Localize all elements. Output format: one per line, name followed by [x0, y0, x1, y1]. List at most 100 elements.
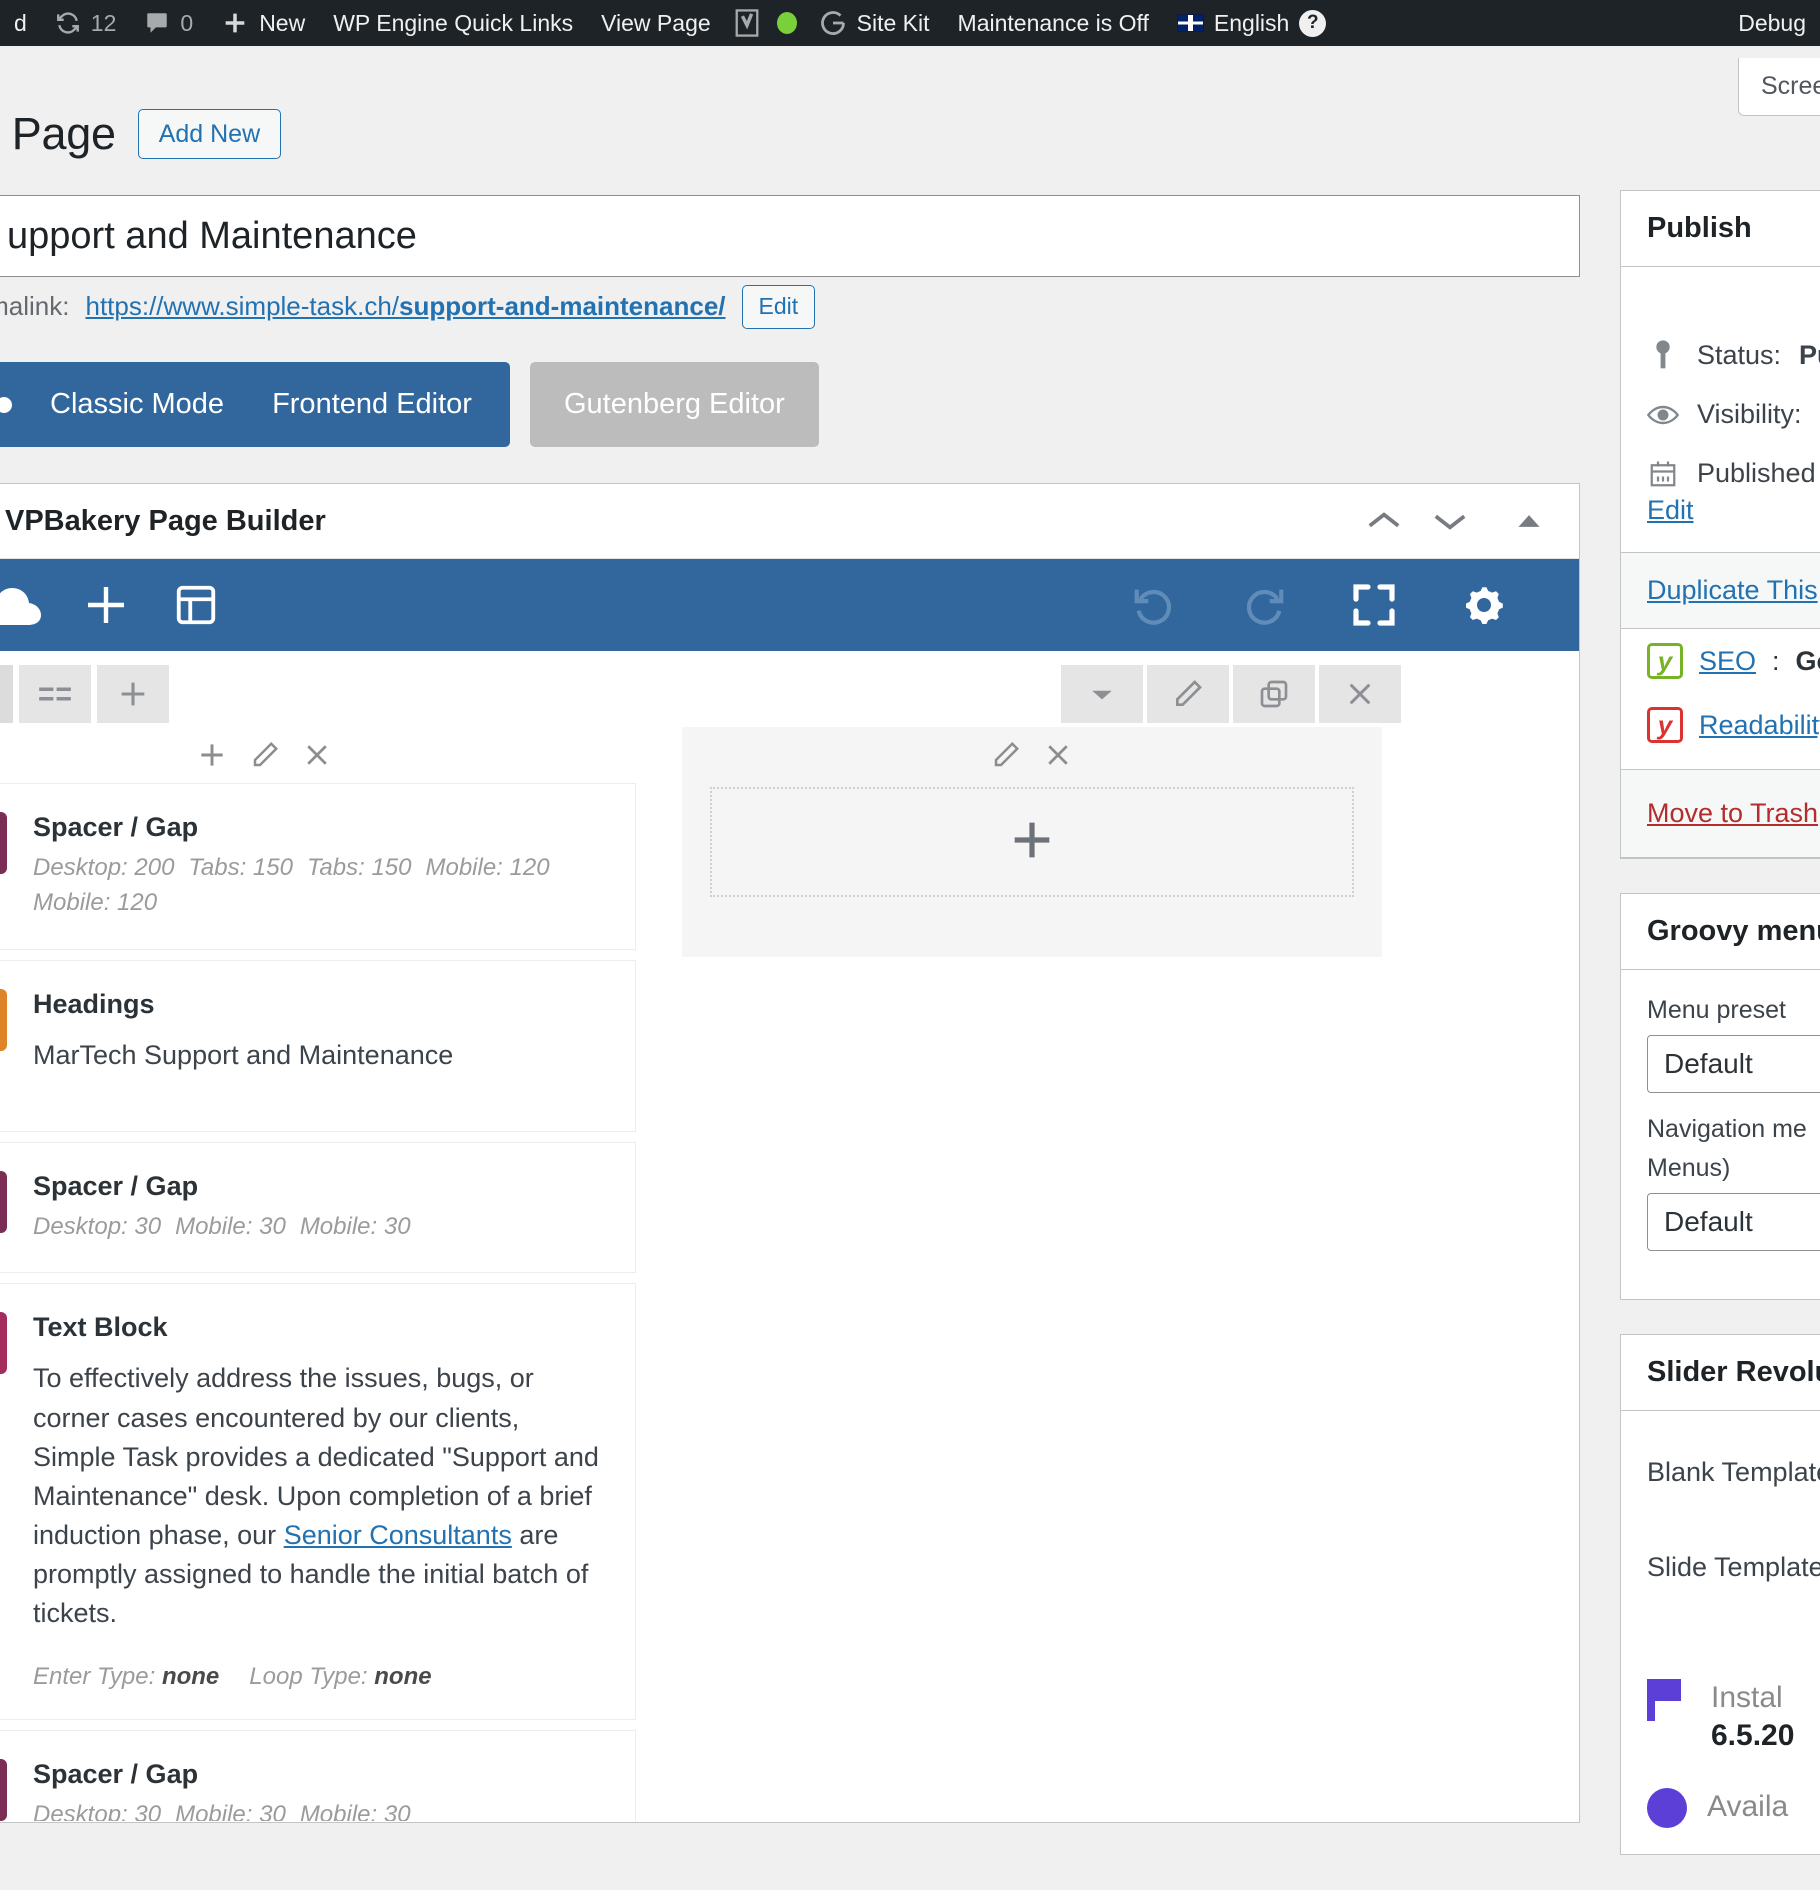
seo-link[interactable]: SEO [1699, 646, 1756, 677]
move-down-icon[interactable] [1431, 508, 1469, 534]
uk-flag-icon [1177, 14, 1204, 32]
publish-postbox-body: Status: Pul Visibility: P Published [1621, 267, 1820, 552]
post-status-row: Status: Pul [1647, 339, 1820, 371]
slider-revolution-title: Slider Revolu [1621, 1335, 1820, 1411]
move-up-icon[interactable] [1365, 508, 1403, 534]
senior-consultants-link[interactable]: Senior Consultants [284, 1520, 512, 1550]
slider-revolution-body: Blank Template Slide Template Instal6.5.… [1621, 1411, 1820, 1854]
adminbar-updates[interactable]: 12 [41, 0, 131, 46]
toggle-panel-icon[interactable] [1515, 511, 1543, 531]
adminbar-maintenance[interactable]: Maintenance is Off [944, 0, 1163, 46]
gutenberg-editor-button[interactable]: Gutenberg Editor [530, 362, 819, 447]
menu-preset-label: Menu preset [1647, 996, 1820, 1025]
duplicate-this-link[interactable]: Duplicate This [1647, 575, 1818, 605]
adminbar-site-kit[interactable]: Site Kit [805, 0, 944, 46]
element-footer-meta: Enter Type: noneLoop Type: none [33, 1663, 609, 1691]
column-close-icon[interactable] [1043, 740, 1073, 770]
help-icon[interactable]: ? [1299, 10, 1326, 37]
adminbar-comments[interactable]: 0 [130, 0, 207, 46]
text-block-icon: T [0, 1312, 7, 1374]
slide-template-label[interactable]: Slide Template [1647, 1552, 1820, 1583]
row-controls-left [0, 665, 169, 723]
updates-count: 12 [91, 10, 117, 37]
element-card-text-block[interactable]: T Text Block To effectively address the … [0, 1283, 636, 1720]
publish-postbox-title: Publish [1621, 191, 1820, 267]
status-label: Status: [1697, 340, 1781, 371]
adminbar-site-name[interactable]: d [0, 0, 41, 46]
permalink-link[interactable]: https://www.simple-task.ch/support-and-m… [85, 291, 725, 322]
seo-value: Good [1796, 646, 1820, 677]
adminbar-maintenance-label: Maintenance is Off [958, 10, 1149, 37]
wpbakery-cloud-icon[interactable] [0, 559, 61, 651]
wpbakery-metabox-title: VPBakery Page Builder [5, 505, 326, 538]
add-new-button[interactable]: Add New [138, 109, 281, 159]
undo-icon[interactable] [1109, 559, 1199, 651]
row-close-icon[interactable] [1319, 665, 1401, 723]
element-card-spacer-2[interactable]: Spacer / Gap Desktop: 30Mobile: 30Mobile… [0, 1142, 636, 1274]
edit-permalink-button[interactable]: Edit [742, 285, 816, 329]
screen-options-tab[interactable]: Scree [1738, 58, 1820, 116]
page-title: lit Page [0, 108, 116, 160]
page-heading-row: lit Page Add New [0, 108, 1600, 160]
adminbar-debug[interactable]: Debug [1724, 0, 1820, 46]
wpbakery-toolbar [0, 559, 1579, 651]
menu-preset-select[interactable]: Default [1647, 1035, 1820, 1093]
adminbar-language[interactable]: English ? [1163, 0, 1340, 46]
adminbar-status-dot[interactable] [769, 0, 805, 46]
navigation-menu-select[interactable]: Default [1647, 1193, 1820, 1251]
column-edit-pencil-icon[interactable] [250, 740, 280, 770]
row-controls-right [1061, 665, 1401, 723]
row-layout-icon[interactable] [19, 665, 91, 723]
available-version-row: Availa [1647, 1788, 1820, 1828]
element-card-spacer-3[interactable]: Spacer / Gap Desktop: 30Mobile: 30Mobile… [0, 1730, 636, 1821]
post-title-input[interactable] [5, 214, 1579, 259]
row-add-plus-icon[interactable] [97, 665, 169, 723]
adminbar-view-page-label: View Page [601, 10, 711, 37]
element-card-headings[interactable]: Headings MarTech Support and Maintenance [0, 960, 636, 1132]
wpbakery-metabox: VPBakery Page Builder [0, 483, 1580, 1823]
move-to-trash-row: Move to Trash [1621, 769, 1820, 858]
templates-layout-icon[interactable] [151, 559, 241, 651]
adminbar-view-page[interactable]: View Page [587, 0, 725, 46]
element-type-label: Spacer / Gap [33, 812, 609, 843]
column-add-plus-icon[interactable] [196, 739, 228, 771]
column-close-icon[interactable] [302, 740, 332, 770]
adminbar-yoast[interactable] [725, 0, 769, 46]
element-body: Text Block To effectively address the is… [33, 1312, 609, 1691]
row-chevron-down-icon[interactable] [1061, 665, 1143, 723]
groovy-menu-body: Menu preset Default Navigation me Menus)… [1621, 970, 1820, 1299]
edit-published-date-link[interactable]: Edit [1647, 495, 1820, 526]
adminbar-new-content[interactable]: New [207, 0, 319, 46]
element-body: Headings MarTech Support and Maintenance [33, 989, 609, 1071]
yoast-seo-good-icon: y [1647, 643, 1683, 679]
post-sidebar: Publish Status: Pul Visibility: P [1620, 190, 1820, 1890]
permalink-label: ermalink: [0, 291, 69, 322]
adminbar-wpengine[interactable]: WP Engine Quick Links [319, 0, 587, 46]
fullscreen-icon[interactable] [1329, 559, 1419, 651]
row-edit-pencil-icon[interactable] [1147, 665, 1229, 723]
google-icon [819, 9, 847, 37]
visibility-label: Visibility: [1697, 399, 1802, 430]
classic-mode-button[interactable]: Classic Mode [26, 388, 248, 421]
spacer-icon [0, 812, 7, 874]
add-element-plus-icon[interactable] [61, 559, 151, 651]
column-edit-pencil-icon[interactable] [991, 740, 1021, 770]
row-duplicate-copy-icon[interactable] [1233, 665, 1315, 723]
empty-column-drop-area[interactable] [710, 787, 1354, 897]
readability-link[interactable]: Readability [1699, 710, 1820, 741]
adminbar-debug-label: Debug [1738, 10, 1806, 37]
column-right-actions [682, 727, 1382, 783]
gear-icon[interactable] [1439, 559, 1529, 651]
blank-template-label[interactable]: Blank Template [1647, 1457, 1820, 1488]
metabox-header-controls [1365, 508, 1557, 534]
frontend-editor-button[interactable]: Frontend Editor [248, 388, 496, 421]
move-to-trash-link[interactable]: Move to Trash [1647, 798, 1818, 828]
row-move-icon[interactable] [0, 665, 13, 723]
adminbar-new-label: New [259, 10, 305, 37]
redo-icon[interactable] [1219, 559, 1309, 651]
flag-icon [1647, 1679, 1691, 1719]
wpbakery-metabox-header: VPBakery Page Builder [0, 484, 1579, 559]
wpbakery-canvas: Spacer / Gap Desktop: 200Tabs: 150Tabs: … [0, 651, 1579, 1821]
adminbar-wpengine-label: WP Engine Quick Links [333, 10, 573, 37]
element-card-spacer-1[interactable]: Spacer / Gap Desktop: 200Tabs: 150Tabs: … [0, 783, 636, 950]
